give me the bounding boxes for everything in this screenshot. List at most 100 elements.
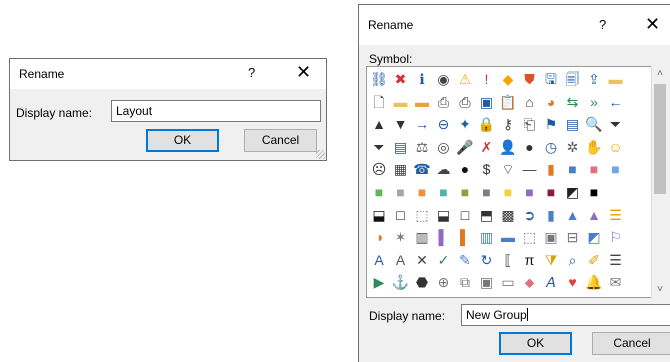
exclamation-icon[interactable]: ! xyxy=(478,70,496,88)
forward-icon[interactable]: » xyxy=(585,93,603,111)
error-icon[interactable]: ✖ xyxy=(392,70,410,88)
bucket-icon[interactable]: ⧩ xyxy=(542,251,560,269)
mute-icon[interactable]: ✗ xyxy=(478,138,496,156)
square-purple-icon[interactable]: ■ xyxy=(521,183,539,201)
arrow-left-circle-icon[interactable]: ⊖ xyxy=(435,115,453,133)
lock-icon[interactable]: 🔒 xyxy=(478,115,496,133)
area-chart-icon[interactable]: ▬ xyxy=(499,228,517,246)
square-yellow-icon[interactable]: ■ xyxy=(499,183,517,201)
wifi-icon[interactable]: ⌔ xyxy=(499,160,517,178)
dollar-icon[interactable]: $ xyxy=(478,160,496,178)
stack-chart-icon[interactable]: ☰ xyxy=(607,206,625,224)
layout-icon[interactable]: ⧉ xyxy=(456,273,474,291)
cancel-button[interactable]: Cancel xyxy=(592,332,670,355)
square-outline-icon[interactable]: □ xyxy=(392,206,410,224)
filter-icon[interactable]: ⏷ xyxy=(607,115,625,133)
folders-icon[interactable]: ▬ xyxy=(413,93,431,111)
half-square-icon[interactable]: ⬓ xyxy=(370,206,388,224)
share-icon[interactable]: ⇪ xyxy=(585,70,603,88)
square-green-icon[interactable]: ■ xyxy=(370,183,388,201)
letter-a-box-icon[interactable]: A xyxy=(370,251,388,269)
frown-icon[interactable]: ☹ xyxy=(370,160,388,178)
scroll-up-button[interactable]: ˄ xyxy=(652,66,668,82)
user-icon[interactable]: 👤 xyxy=(499,138,517,156)
bag-icon[interactable]: ⬣ xyxy=(413,273,431,291)
square-black-icon[interactable]: ■ xyxy=(585,183,603,201)
book-icon[interactable]: ▌ xyxy=(435,228,453,246)
square-olive-icon[interactable]: ■ xyxy=(456,183,474,201)
scroll-thumb[interactable] xyxy=(654,84,666,194)
scales-icon[interactable]: ⚖ xyxy=(413,138,431,156)
eight-ball-icon[interactable]: ● xyxy=(456,160,474,178)
page-icon[interactable]: ⎗ xyxy=(521,115,539,133)
arrow-right-icon[interactable]: → xyxy=(413,115,431,133)
orange-book-icon[interactable]: ▌ xyxy=(456,228,474,246)
close-button[interactable]: ✕ xyxy=(645,14,660,35)
bell-icon[interactable]: 🔔 xyxy=(585,273,603,291)
back-forward-icon[interactable]: ⇆ xyxy=(564,93,582,111)
dotted-square-icon[interactable]: ⬚ xyxy=(413,206,431,224)
pie-chart-icon[interactable]: ◑ xyxy=(370,228,388,246)
check-icon[interactable]: ✓ xyxy=(435,251,453,269)
a-arrow-icon[interactable]: 𝘈 xyxy=(542,273,560,291)
list-icon[interactable]: ☰ xyxy=(607,251,625,269)
diamond-warning-icon[interactable]: ◆ xyxy=(499,70,517,88)
play-icon[interactable]: ▶ xyxy=(370,273,388,291)
display-name-input[interactable]: New Group xyxy=(461,304,670,326)
cylinder-icon[interactable]: ▥ xyxy=(413,228,431,246)
sitemap-icon[interactable]: ⛓ xyxy=(370,70,388,88)
square-orange-icon[interactable]: ■ xyxy=(413,183,431,201)
square-teal-icon[interactable]: ■ xyxy=(435,183,453,201)
left-arrow-icon[interactable]: ← xyxy=(607,93,625,111)
phone-icon[interactable]: ☎ xyxy=(413,160,431,178)
magnify-icon[interactable]: ⌕ xyxy=(564,251,582,269)
frame-icon[interactable]: ▣ xyxy=(542,228,560,246)
square-split-icon[interactable]: ◩ xyxy=(564,183,582,201)
key-icon[interactable]: ⚷ xyxy=(499,115,517,133)
folder-icon[interactable]: ▬ xyxy=(607,70,625,88)
anchor-icon[interactable]: ⚓ xyxy=(392,273,410,291)
mountain-chart-icon[interactable]: ▲ xyxy=(585,206,603,224)
flag-chart-icon[interactable]: ⚐ xyxy=(607,228,625,246)
printer-icon[interactable]: ⎙ xyxy=(456,93,474,111)
square-pink-icon[interactable]: ■ xyxy=(585,160,603,178)
flag-icon[interactable]: ⚑ xyxy=(542,115,560,133)
gear-icon[interactable]: ✲ xyxy=(564,138,582,156)
record-icon[interactable]: ◉ xyxy=(435,70,453,88)
line-icon[interactable]: — xyxy=(521,160,539,178)
warning-icon[interactable]: ⚠ xyxy=(456,70,474,88)
info-icon[interactable]: ℹ xyxy=(413,70,431,88)
square-gray-icon[interactable]: ■ xyxy=(392,183,410,201)
qr-icon[interactable]: ▩ xyxy=(499,206,517,224)
cloud-icon[interactable]: ☁ xyxy=(435,160,453,178)
cancel-button[interactable]: Cancel xyxy=(244,129,317,152)
pie-icon[interactable]: ◕ xyxy=(542,93,560,111)
magnifier-icon[interactable]: 🔍 xyxy=(585,115,603,133)
microphone-icon[interactable]: 🎤 xyxy=(456,138,474,156)
scroll-down-button[interactable]: ˅ xyxy=(652,282,668,298)
eraser-icon[interactable]: ⬥ xyxy=(521,273,539,291)
close-button[interactable]: ✕ xyxy=(296,62,311,83)
add-node-icon[interactable]: ⊕ xyxy=(435,273,453,291)
toggle-icon[interactable]: ◎ xyxy=(435,138,453,156)
resize-grip[interactable] xyxy=(316,150,325,159)
users-icon[interactable]: ● xyxy=(521,138,539,156)
frame-empty-icon[interactable]: ▭ xyxy=(499,273,517,291)
address-book-icon[interactable]: ▤ xyxy=(392,138,410,156)
smiley-icon[interactable]: ☺ xyxy=(607,138,625,156)
square-blue-icon[interactable]: ■ xyxy=(564,160,582,178)
pin-icon[interactable]: ✦ xyxy=(456,115,474,133)
triangle-up-icon[interactable]: ▲ xyxy=(370,115,388,133)
help-button[interactable]: ? xyxy=(248,65,255,80)
picture-icon[interactable]: ▣ xyxy=(478,93,496,111)
funnel-icon[interactable]: ⏷ xyxy=(370,138,388,156)
dashed-frame-icon[interactable]: ⬚ xyxy=(521,228,539,246)
image-chart-icon[interactable]: ◩ xyxy=(585,228,603,246)
brackets-icon[interactable]: ⟦ xyxy=(499,251,517,269)
boxes-icon[interactable]: ⊟ xyxy=(564,228,582,246)
hand-icon[interactable]: ✋ xyxy=(585,138,603,156)
square-darkgray-icon[interactable]: ■ xyxy=(478,183,496,201)
envelope-icon[interactable]: ✉ xyxy=(607,273,625,291)
window-icon[interactable]: ▤ xyxy=(564,115,582,133)
radar-icon[interactable]: ✶ xyxy=(392,228,410,246)
